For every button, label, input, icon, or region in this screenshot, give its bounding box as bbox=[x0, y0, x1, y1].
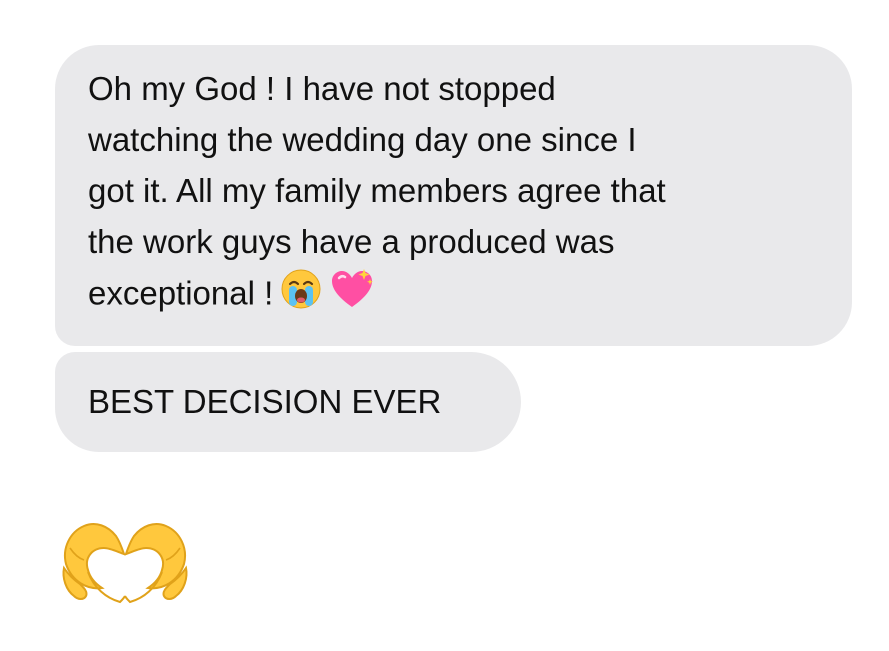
message-line: got it. All my family members agree that bbox=[88, 172, 666, 209]
heart-hands-icon[interactable] bbox=[58, 518, 192, 606]
message-line-last: exceptional ! bbox=[88, 267, 822, 325]
message-line: Oh my God ! I have not stopped bbox=[88, 70, 556, 107]
message-line: the work guys have a produced was bbox=[88, 223, 615, 260]
message-line: watching the wedding day one since I bbox=[88, 121, 637, 158]
loudly-crying-face-icon bbox=[279, 267, 323, 325]
message-bubble[interactable]: BEST DECISION EVER bbox=[55, 352, 521, 452]
message-text: BEST DECISION EVER bbox=[88, 383, 442, 420]
message-bubble[interactable]: Oh my God ! I have not stopped watching … bbox=[55, 45, 852, 346]
sparkling-heart-icon bbox=[329, 267, 375, 325]
message-line-text: exceptional ! bbox=[88, 274, 274, 312]
